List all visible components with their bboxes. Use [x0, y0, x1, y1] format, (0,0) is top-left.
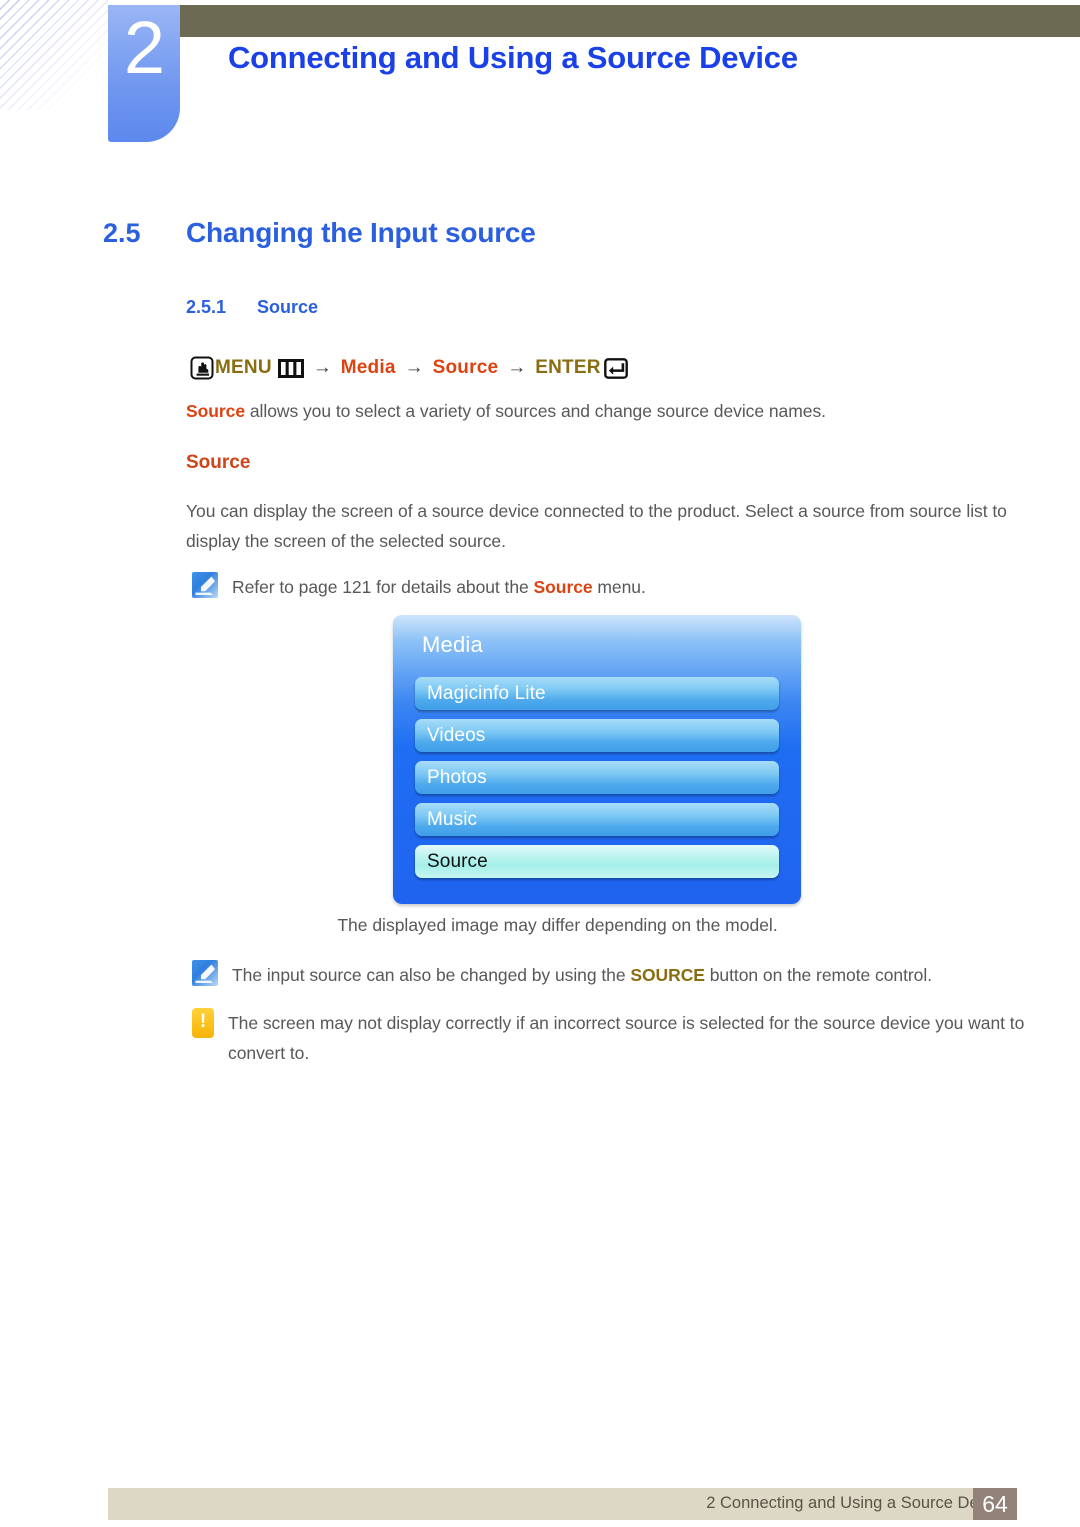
subsection-number: 2.5.1 — [186, 297, 227, 317]
note-remote-bold: SOURCE — [630, 965, 705, 985]
osd-item-label: Photos — [427, 766, 487, 788]
note-pen-icon — [192, 572, 218, 598]
menu-label: MENU — [215, 357, 272, 378]
osd-menu-items: Magicinfo Lite Videos Photos Music Sourc… — [415, 677, 779, 887]
chapter-number-tab: 2 — [108, 5, 180, 142]
intro-paragraph: Source allows you to select a variety of… — [186, 396, 1016, 426]
subsection-title: Source — [257, 297, 319, 317]
note-page-reference: Refer to page 121 for details about the … — [192, 572, 1032, 602]
body-paragraph: You can display the screen of a source d… — [186, 501, 1007, 551]
intro-rest: allows you to select a variety of source… — [245, 401, 826, 421]
section-title: Changing the Input source — [186, 217, 536, 248]
menu-path-breadcrumb: MENU → Media → Source → ENTER — [190, 354, 628, 382]
corner-hatch-decoration — [0, 0, 108, 110]
footer-page-number: 64 — [973, 1488, 1017, 1520]
source-subheading: Source — [186, 452, 251, 473]
warning-icon: ! — [192, 1008, 215, 1038]
note-remote-after: button on the remote control. — [704, 965, 933, 985]
path-item-source: Source — [432, 357, 499, 378]
note-warning-text: The screen may not display correctly if … — [228, 1013, 1025, 1063]
chapter-title: Connecting and Using a Source Device — [228, 40, 798, 75]
osd-menu-title: Media — [422, 632, 483, 657]
note-remote-text: The input source can also be changed by … — [232, 960, 932, 990]
footer-chapter-text: 2 Connecting and Using a Source Device — [706, 1494, 1008, 1512]
note-remote-before: The input source can also be changed by … — [232, 965, 631, 985]
osd-item-videos[interactable]: Videos — [415, 719, 779, 752]
osd-media-menu: Media Magicinfo Lite Videos Photos Music… — [393, 615, 801, 904]
osd-item-photos[interactable]: Photos — [415, 761, 779, 794]
header-olive-bar — [180, 5, 1080, 37]
note-remote-control: The input source can also be changed by … — [192, 960, 1032, 990]
path-item-media: Media — [340, 357, 396, 378]
note-pen-icon — [192, 960, 218, 986]
osd-item-source[interactable]: Source — [415, 845, 779, 878]
path-arrow-3: → — [507, 357, 527, 378]
osd-item-label: Videos — [427, 724, 486, 746]
osd-item-magicinfo-lite[interactable]: Magicinfo Lite — [415, 677, 779, 710]
note-page-reference-text: Refer to page 121 for details about the … — [232, 572, 646, 602]
warning-exclamation: ! — [199, 1011, 207, 1032]
enter-key-icon — [603, 357, 628, 379]
note-page-after: menu. — [592, 577, 646, 597]
osd-item-label: Source — [427, 850, 488, 872]
note-warning: ! The screen may not display correctly i… — [192, 1008, 1037, 1068]
section-number: 2.5 — [103, 218, 141, 248]
osd-item-label: Music — [427, 808, 478, 830]
note-page-before: Refer to page 121 for details about the — [232, 577, 534, 597]
path-arrow-2: → — [404, 357, 424, 378]
intro-lead-term: Source — [186, 401, 246, 421]
osd-item-music[interactable]: Music — [415, 803, 779, 836]
enter-label: ENTER — [535, 357, 601, 378]
chapter-number: 2 — [123, 6, 165, 89]
note-page-bold: Source — [533, 577, 593, 597]
hand-press-icon — [190, 356, 214, 380]
osd-caption: The displayed image may differ depending… — [337, 915, 778, 935]
menu-bars-icon — [277, 358, 304, 378]
path-arrow-1: → — [312, 357, 332, 378]
osd-item-label: Magicinfo Lite — [427, 682, 546, 704]
